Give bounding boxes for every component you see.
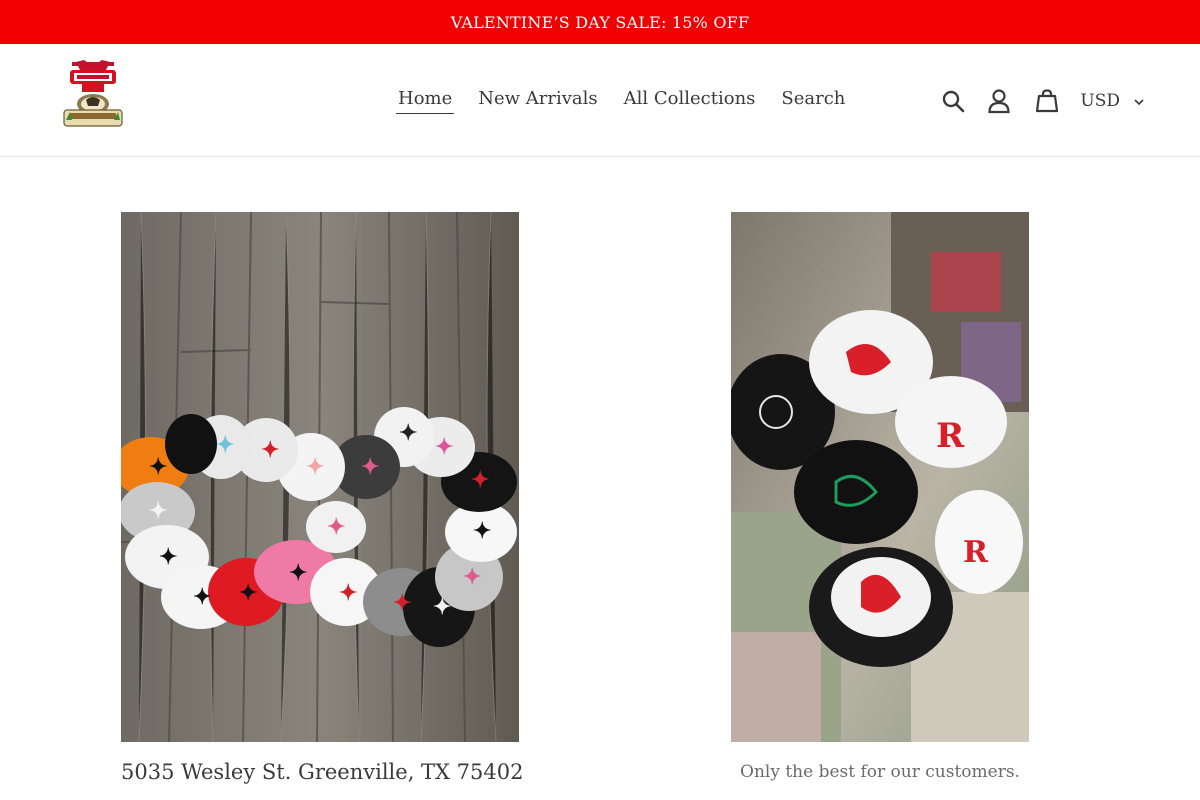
svg-text:✦: ✦ [433, 594, 451, 620]
hats-circle-photo: ✦ ✦ ✦ ✦ ✦ ✦ ✦ ✦ ✦ ✦ ✦ ✦ ✦ ✦ ✦ ✦ ✦ ✦ ✦ [121, 212, 519, 742]
svg-text:✦: ✦ [471, 467, 489, 493]
svg-text:R: R [963, 535, 989, 570]
svg-text:✦: ✦ [261, 437, 279, 463]
svg-text:✦: ✦ [435, 434, 453, 460]
announcement-bar: VALENTINE’S DAY SALE: 15% OFF [0, 0, 1200, 44]
svg-text:✦: ✦ [361, 454, 379, 480]
store-logo[interactable] [62, 60, 124, 130]
svg-text:✦: ✦ [306, 454, 324, 480]
main-nav: Home New Arrivals All Collections Search [396, 84, 857, 114]
site-header: Home New Arrivals All Collections Search… [0, 44, 1200, 157]
logo-icon [63, 60, 123, 127]
svg-text:✦: ✦ [149, 498, 167, 524]
feature-card-location: ✦ ✦ ✦ ✦ ✦ ✦ ✦ ✦ ✦ ✦ ✦ ✦ ✦ ✦ ✦ ✦ ✦ ✦ ✦ 50… [121, 212, 524, 784]
svg-text:✦: ✦ [463, 564, 481, 590]
announcement-text: VALENTINE’S DAY SALE: 15% OFF [450, 12, 750, 32]
nav-home[interactable]: Home [396, 84, 455, 114]
header-actions: USD [920, 84, 1144, 118]
svg-text:✦: ✦ [473, 518, 491, 544]
svg-text:✦: ✦ [289, 560, 307, 586]
svg-text:R: R [936, 416, 965, 456]
nav-search[interactable]: Search [779, 84, 847, 114]
svg-text:✦: ✦ [216, 432, 234, 458]
svg-text:✦: ✦ [393, 590, 411, 616]
nav-new-arrivals[interactable]: New Arrivals [476, 84, 599, 114]
currency-selector[interactable]: USD [1080, 91, 1144, 111]
svg-text:✦: ✦ [159, 544, 177, 570]
svg-text:✦: ✦ [193, 584, 211, 610]
svg-text:✦: ✦ [239, 580, 257, 606]
store-address: 5035 Wesley St. Greenville, TX 75402 [121, 760, 524, 784]
quality-tagline: Only the best for our customers. [740, 762, 1020, 782]
nav-all-collections[interactable]: All Collections [622, 84, 758, 114]
svg-text:✦: ✦ [327, 514, 345, 540]
svg-text:✦: ✦ [149, 454, 167, 480]
account-icon[interactable] [986, 88, 1012, 114]
chevron-down-icon [1134, 91, 1144, 111]
svg-text:✦: ✦ [399, 420, 417, 446]
hats-display-photo: R R [731, 212, 1029, 742]
feature-card-quality: R R Only the best for our customers. [731, 212, 1029, 782]
svg-text:✦: ✦ [339, 580, 357, 606]
cart-icon[interactable] [1034, 88, 1060, 114]
search-icon[interactable] [940, 88, 966, 114]
currency-label: USD [1080, 91, 1120, 111]
